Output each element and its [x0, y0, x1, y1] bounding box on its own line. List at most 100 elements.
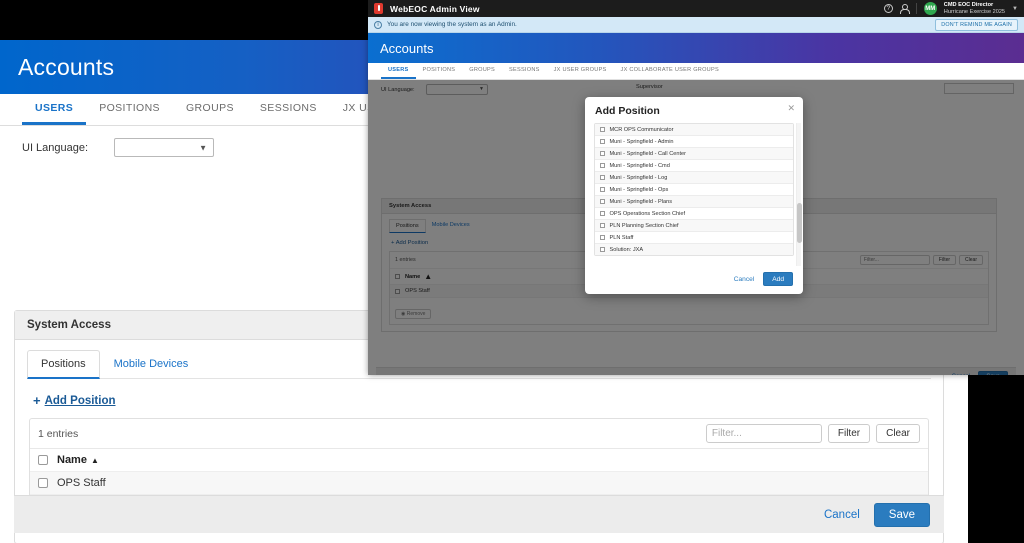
admin-page-title: Accounts: [380, 40, 434, 56]
option-checkbox[interactable]: [600, 211, 605, 216]
option-checkbox[interactable]: [600, 223, 605, 228]
option-label: OPS Operations Section Chief: [609, 210, 686, 217]
list-item[interactable]: Muni - Springfield - Admin: [595, 136, 793, 148]
modal-header: Add Position ✕: [585, 97, 803, 123]
column-header-name[interactable]: Name: [57, 454, 87, 466]
option-checkbox[interactable]: [600, 139, 605, 144]
clear-button[interactable]: Clear: [876, 424, 920, 443]
list-item[interactable]: Muni - Springfield - Call Center: [595, 148, 793, 160]
admin-page-banner: Accounts: [368, 33, 1024, 63]
close-icon[interactable]: ✕: [787, 103, 795, 114]
option-checkbox[interactable]: [600, 151, 605, 156]
tab-sessions[interactable]: SESSIONS: [247, 94, 330, 125]
subtab-mobile-devices[interactable]: Mobile Devices: [100, 350, 203, 379]
webeoc-logo-icon: [374, 3, 383, 14]
modal-scrollbar[interactable]: [796, 123, 802, 266]
option-label: Muni - Springfield - Plans: [609, 198, 673, 205]
user-context: Hurricane Exercise 2025: [943, 8, 1006, 15]
option-label: Muni - Springfield - Log: [609, 174, 668, 181]
add-position-modal: Add Position ✕ MCR OPS Communicator Muni…: [585, 97, 803, 294]
list-item[interactable]: Muni - Springfield - Ops: [595, 184, 793, 196]
option-label: Muni - Springfield - Ops: [609, 186, 669, 193]
subtab-positions[interactable]: Positions: [27, 350, 100, 379]
sort-ascending-icon: ▲: [90, 455, 99, 465]
screen: Accounts USERS POSITIONS GROUPS SESSIONS…: [0, 0, 1024, 543]
tab-groups[interactable]: GROUPS: [173, 94, 247, 125]
plus-icon: +: [33, 393, 41, 408]
cancel-button[interactable]: Cancel: [824, 509, 860, 521]
person-icon[interactable]: [900, 4, 911, 14]
avatar[interactable]: MM: [923, 2, 937, 15]
modal-title: Add Position: [595, 105, 660, 117]
filter-controls: Filter Clear: [705, 424, 920, 443]
admin-topbar: WebEOC Admin View ? MM CMD EOC Director …: [368, 0, 1024, 17]
admin-tab-users[interactable]: USERS: [381, 63, 416, 79]
list-item[interactable]: Muni - Springfield - Cmd: [595, 160, 793, 172]
admin-notice-text: You are now viewing the system as an Adm…: [387, 21, 517, 28]
accounts-footer: Cancel Save: [14, 495, 944, 533]
chevron-down-icon: ▼: [199, 143, 207, 152]
list-item[interactable]: Muni - Springfield - Log: [595, 172, 793, 184]
positions-grid-toolbar: 1 entries Filter Clear: [30, 419, 928, 449]
ui-language-label: UI Language:: [22, 141, 89, 154]
admin-tab-groups[interactable]: GROUPS: [462, 63, 502, 79]
ui-language-select[interactable]: ▼: [114, 138, 214, 157]
list-item[interactable]: PLN Staff: [595, 232, 793, 244]
positions-grid-header: Name ▲: [30, 449, 928, 472]
admin-tab-positions[interactable]: POSITIONS: [416, 63, 463, 79]
option-label: Muni - Springfield - Call Center: [609, 150, 686, 157]
row-checkbox[interactable]: [38, 478, 48, 488]
dont-remind-me-again-button[interactable]: DON'T REMIND ME AGAIN: [935, 18, 1018, 31]
entries-count: 1 entries: [38, 427, 79, 440]
admin-tab-sessions[interactable]: SESSIONS: [502, 63, 547, 79]
tab-users[interactable]: USERS: [22, 94, 87, 125]
option-label: Muni - Springfield - Admin: [609, 138, 674, 145]
modal-cancel-button[interactable]: Cancel: [734, 276, 755, 283]
option-checkbox[interactable]: [600, 187, 605, 192]
option-checkbox[interactable]: [600, 175, 605, 180]
tab-positions[interactable]: POSITIONS: [86, 94, 173, 125]
modal-footer: Cancel Add: [585, 266, 803, 294]
admin-tabbar: USERS POSITIONS GROUPS SESSIONS JX USER …: [368, 63, 1024, 80]
divider: [915, 3, 917, 14]
list-item[interactable]: Solution: JXA: [595, 244, 793, 255]
add-position-label: Add Position: [44, 394, 116, 407]
row-name: OPS Staff: [57, 477, 106, 489]
user-name: CMD EOC Director: [943, 1, 994, 8]
option-label: Solution: JXA: [609, 246, 644, 253]
add-position-link[interactable]: + Add Position: [15, 379, 943, 418]
save-button[interactable]: Save: [873, 502, 930, 527]
desktop-background-right: [968, 375, 1024, 543]
list-item[interactable]: OPS Operations Section Chief: [595, 208, 793, 220]
option-checkbox[interactable]: [600, 247, 605, 252]
option-checkbox[interactable]: [600, 199, 605, 204]
option-checkbox[interactable]: [600, 235, 605, 240]
admin-topbar-right: ? MM CMD EOC Director Hurricane Exercise…: [883, 2, 1018, 16]
option-checkbox[interactable]: [600, 163, 605, 168]
filter-input[interactable]: [705, 424, 822, 443]
help-circle-icon[interactable]: ?: [883, 4, 893, 13]
info-circle-icon: i: [374, 20, 382, 29]
modal-scrollbar-thumb[interactable]: [797, 203, 802, 244]
chevron-down-icon[interactable]: ▼: [1012, 6, 1018, 12]
option-checkbox[interactable]: [600, 127, 605, 132]
page-title: Accounts: [18, 53, 115, 80]
modal-body: MCR OPS Communicator Muni - Springfield …: [585, 123, 803, 266]
modal-add-button[interactable]: Add: [763, 272, 793, 286]
desktop-background-top: [0, 0, 368, 40]
list-item[interactable]: PLN Planning Section Chief: [595, 220, 793, 232]
user-meta: CMD EOC Director Hurricane Exercise 2025: [944, 2, 1005, 16]
table-row[interactable]: OPS Staff: [30, 472, 928, 495]
select-all-checkbox[interactable]: [38, 455, 48, 465]
option-label: PLN Planning Section Chief: [609, 222, 679, 229]
option-label: PLN Staff: [609, 234, 634, 241]
list-item[interactable]: Muni - Springfield - Plans: [595, 196, 793, 208]
option-label: Muni - Springfield - Cmd: [609, 162, 670, 169]
admin-tab-jx-user-groups[interactable]: JX USER GROUPS: [547, 63, 614, 79]
list-item[interactable]: MCR OPS Communicator: [595, 124, 793, 136]
admin-notice-bar: i You are now viewing the system as an A…: [368, 17, 1024, 33]
filter-button[interactable]: Filter: [827, 424, 871, 443]
admin-tab-jx-collaborate-user-groups[interactable]: JX COLLABORATE USER GROUPS: [614, 63, 726, 79]
position-option-list: MCR OPS Communicator Muni - Springfield …: [594, 123, 794, 256]
app-title: WebEOC Admin View: [390, 3, 480, 14]
